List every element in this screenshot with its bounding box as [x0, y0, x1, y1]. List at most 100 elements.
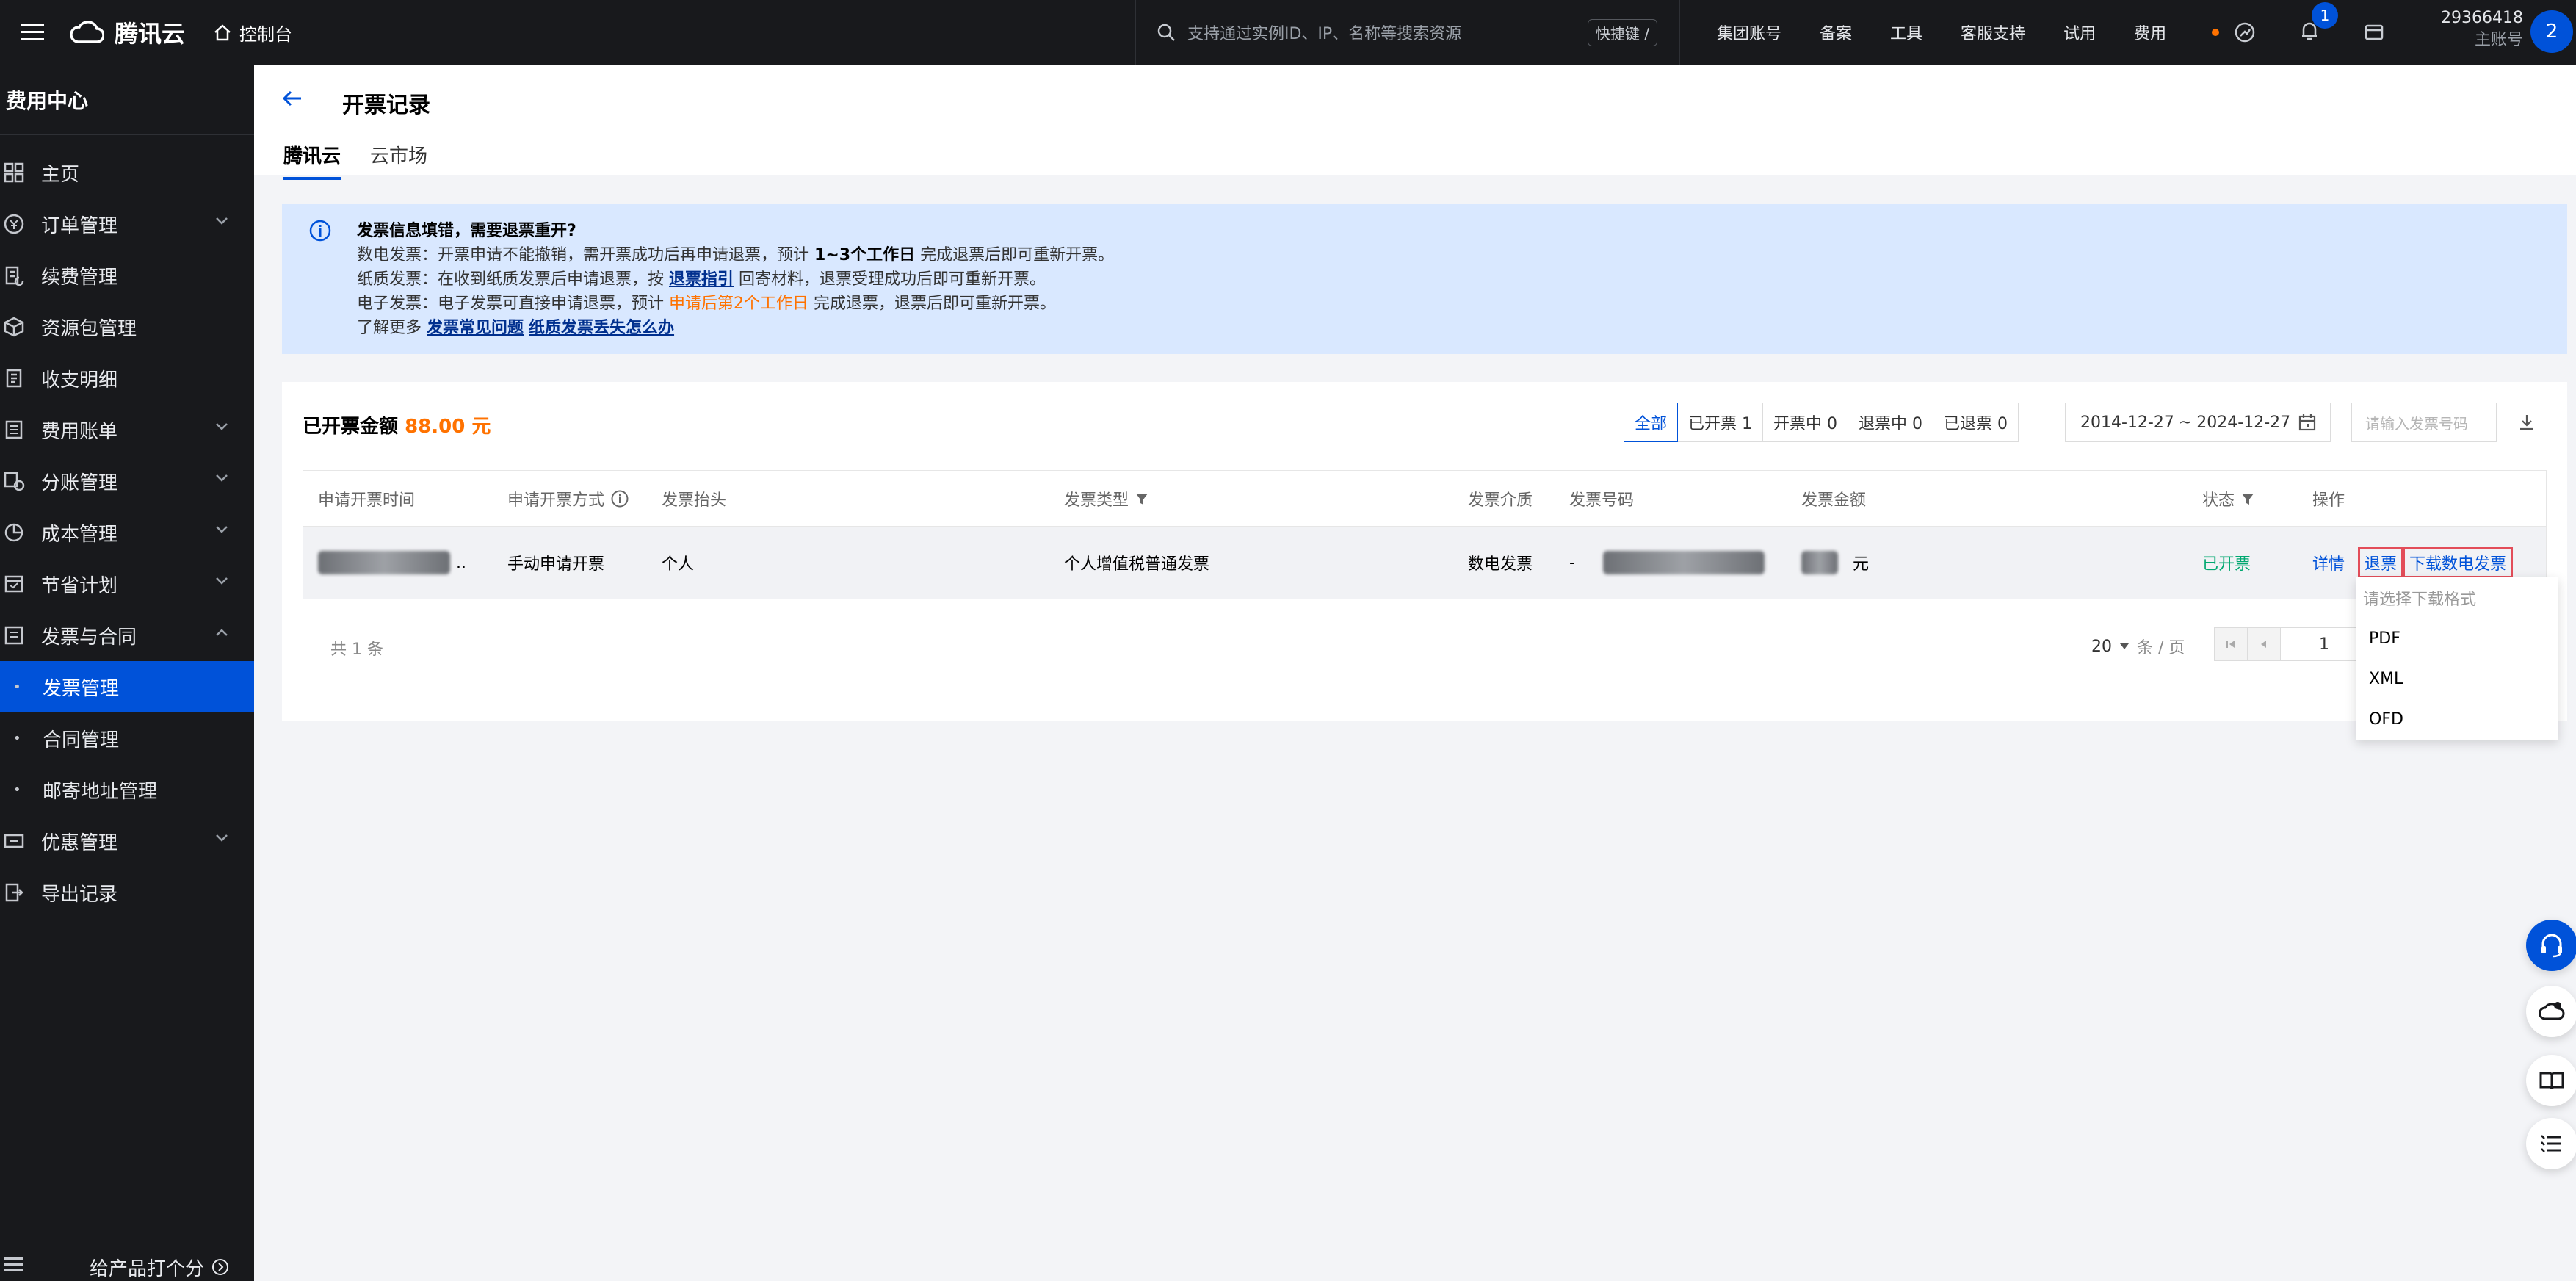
- download-icon[interactable]: [2517, 413, 2536, 432]
- sidebar: 费用中心 主页 订单管理 续费管理 资源包管理 收支明细 费用账单 分账管理 成…: [0, 65, 254, 1281]
- sidebar-item-invoices-contracts[interactable]: 发票与合同: [0, 610, 254, 661]
- account-info[interactable]: 29366418 主账号: [2428, 7, 2523, 51]
- nav-tools[interactable]: 工具: [1890, 21, 1922, 44]
- coupon-icon: [0, 830, 41, 852]
- date-start: 2014-12-27: [2080, 413, 2174, 432]
- download-digital-invoice-button[interactable]: 下载数电发票: [2403, 547, 2514, 578]
- sidebar-item-orders[interactable]: 订单管理: [0, 198, 254, 250]
- sidebar-item-label: 节省计划: [41, 574, 118, 597]
- customer-service-button[interactable]: [2526, 920, 2576, 971]
- filter-refunding[interactable]: 退票中 0: [1848, 403, 1934, 442]
- filter-refunded[interactable]: 已退票 0: [1933, 403, 2019, 442]
- page-size-select[interactable]: 20 条 / 页: [2091, 635, 2185, 658]
- sidebar-item-label: 费用账单: [41, 420, 118, 443]
- download-option-ofd[interactable]: OFD: [2356, 699, 2558, 740]
- info-circle-icon[interactable]: [610, 489, 629, 508]
- sidebar-item-label: 续费管理: [41, 266, 118, 289]
- faq-link[interactable]: 发票常见问题: [427, 319, 524, 337]
- avatar[interactable]: 2: [2530, 10, 2573, 53]
- sidebar-item-cost[interactable]: 成本管理: [0, 507, 254, 558]
- nav-icp[interactable]: 备案: [1820, 21, 1852, 44]
- cloud-assistant-button[interactable]: [2526, 986, 2576, 1037]
- prev-page-button[interactable]: [2247, 627, 2281, 661]
- sidebar-item-label: 优惠管理: [41, 831, 118, 854]
- nav-group-account[interactable]: 集团账号: [1717, 21, 1781, 44]
- tab-tencent-cloud[interactable]: 腾讯云: [283, 141, 341, 180]
- col-actions: 操作: [2312, 491, 2345, 510]
- cell-invoice-type: 个人增值税普通发票: [1064, 555, 1210, 574]
- first-page-button[interactable]: [2214, 627, 2248, 661]
- notification-bell[interactable]: 1: [2298, 2, 2338, 45]
- invoiced-amount-value: 88.00 元: [405, 416, 491, 438]
- sidebar-item-split[interactable]: 分账管理: [0, 455, 254, 507]
- sidebar-subitem-invoice-management[interactable]: • 发票管理: [0, 661, 254, 712]
- refund-button[interactable]: 退票: [2358, 547, 2404, 578]
- nav-billing-label: 费用: [2134, 25, 2167, 43]
- sidebar-item-renewals[interactable]: 续费管理: [0, 250, 254, 301]
- sidebar-item-discounts[interactable]: 优惠管理: [0, 815, 254, 867]
- filter-invoiced[interactable]: 已开票 1: [1677, 403, 1764, 442]
- col-invoice-medium: 发票介质: [1468, 491, 1533, 510]
- brand-logo[interactable]: 腾讯云: [69, 15, 185, 49]
- notice-line-digital: 数电发票：开票申请不能撤销，需开票成功后再申请退票，预计 1~3个工作日 完成退…: [357, 246, 1115, 264]
- sidebar-item-savings[interactable]: 节省计划: [0, 558, 254, 610]
- filter-icon[interactable]: [2240, 491, 2255, 506]
- sidebar-item-transactions[interactable]: 收支明细: [0, 353, 254, 404]
- sidebar-item-home[interactable]: 主页: [0, 147, 254, 198]
- notice-line-more: 了解更多 发票常见问题 纸质发票丢失怎么办: [357, 319, 675, 337]
- filter-issuing[interactable]: 开票中 0: [1762, 403, 1849, 442]
- ledger-icon: [0, 367, 41, 389]
- billing-dot: [2212, 29, 2220, 36]
- sidebar-item-bills[interactable]: 费用账单: [0, 404, 254, 455]
- refund-guide-link[interactable]: 退票指引: [669, 270, 734, 289]
- list-tools-button[interactable]: [2526, 1118, 2576, 1169]
- detail-link[interactable]: 详情: [2312, 551, 2345, 574]
- cloud-logo-icon: [70, 21, 104, 43]
- global-search[interactable]: 支持通过实例ID、IP、名称等搜索资源 快捷键 /: [1135, 0, 1680, 65]
- notification-badge: 1: [2312, 2, 2338, 29]
- cell-apply-method: 手动申请开票: [507, 555, 605, 574]
- lost-invoice-link[interactable]: 纸质发票丢失怎么办: [529, 319, 674, 337]
- tab-cloud-market[interactable]: 云市场: [370, 141, 427, 180]
- prev-page-icon: [2261, 640, 2266, 648]
- back-arrow-icon[interactable]: [281, 87, 304, 110]
- page-number-input[interactable]: 1: [2280, 627, 2368, 661]
- invoice-icon: [0, 624, 41, 646]
- filter-all[interactable]: 全部: [1624, 403, 1679, 442]
- network-icon[interactable]: [2234, 21, 2256, 43]
- account-id: 29366418: [2441, 9, 2523, 27]
- sidebar-item-packages[interactable]: 资源包管理: [0, 301, 254, 353]
- sidebar-item-label: 主页: [41, 163, 80, 186]
- download-option-xml[interactable]: XML: [2356, 659, 2558, 699]
- col-invoice-type: 发票类型: [1064, 471, 1149, 526]
- book-icon: [2539, 1072, 2564, 1090]
- first-page-icon: [2226, 640, 2235, 648]
- sidebar-subitem-mailing-address[interactable]: • 邮寄地址管理: [0, 764, 254, 815]
- date-range-picker[interactable]: 2014-12-27 ~ 2024-12-27: [2065, 403, 2331, 442]
- notice-line-paper: 纸质发票：在收到纸质发票后申请退票，按 退票指引 回寄材料，退票受理成功后即可重…: [357, 270, 1046, 289]
- feedback-link[interactable]: 给产品打个分: [90, 1254, 204, 1281]
- arrow-circle-icon[interactable]: [211, 1258, 229, 1276]
- console-link[interactable]: 控制台: [213, 20, 292, 46]
- collapse-menu-icon[interactable]: [0, 1256, 90, 1278]
- split-icon: [0, 470, 41, 492]
- page-size-unit: 条 / 页: [2137, 639, 2185, 657]
- cell-invoice-medium: 数电发票: [1468, 555, 1533, 574]
- wallet-icon[interactable]: [2363, 21, 2385, 43]
- nav-support[interactable]: 客服支持: [1961, 21, 2025, 44]
- menu-icon[interactable]: [0, 0, 65, 65]
- download-option-pdf[interactable]: PDF: [2356, 618, 2558, 659]
- sidebar-item-exports[interactable]: 导出记录: [0, 867, 254, 918]
- chevron-down-icon: [216, 834, 228, 842]
- sidebar-item-label: 邮寄地址管理: [43, 780, 158, 803]
- filter-icon[interactable]: [1135, 491, 1149, 506]
- docs-button[interactable]: [2526, 1055, 2576, 1106]
- sidebar-subitem-contract-management[interactable]: • 合同管理: [0, 712, 254, 764]
- col-invoice-number: 发票号码: [1569, 491, 1635, 510]
- home-icon: [214, 24, 231, 41]
- invoiced-amount: 已开票金额 88.00 元: [303, 411, 491, 439]
- bullet-dot: •: [13, 730, 21, 746]
- col-apply-method: 申请开票方式: [507, 471, 629, 526]
- nav-trial[interactable]: 试用: [2063, 21, 2096, 44]
- invoice-number-search[interactable]: 请输入发票号码: [2351, 403, 2497, 442]
